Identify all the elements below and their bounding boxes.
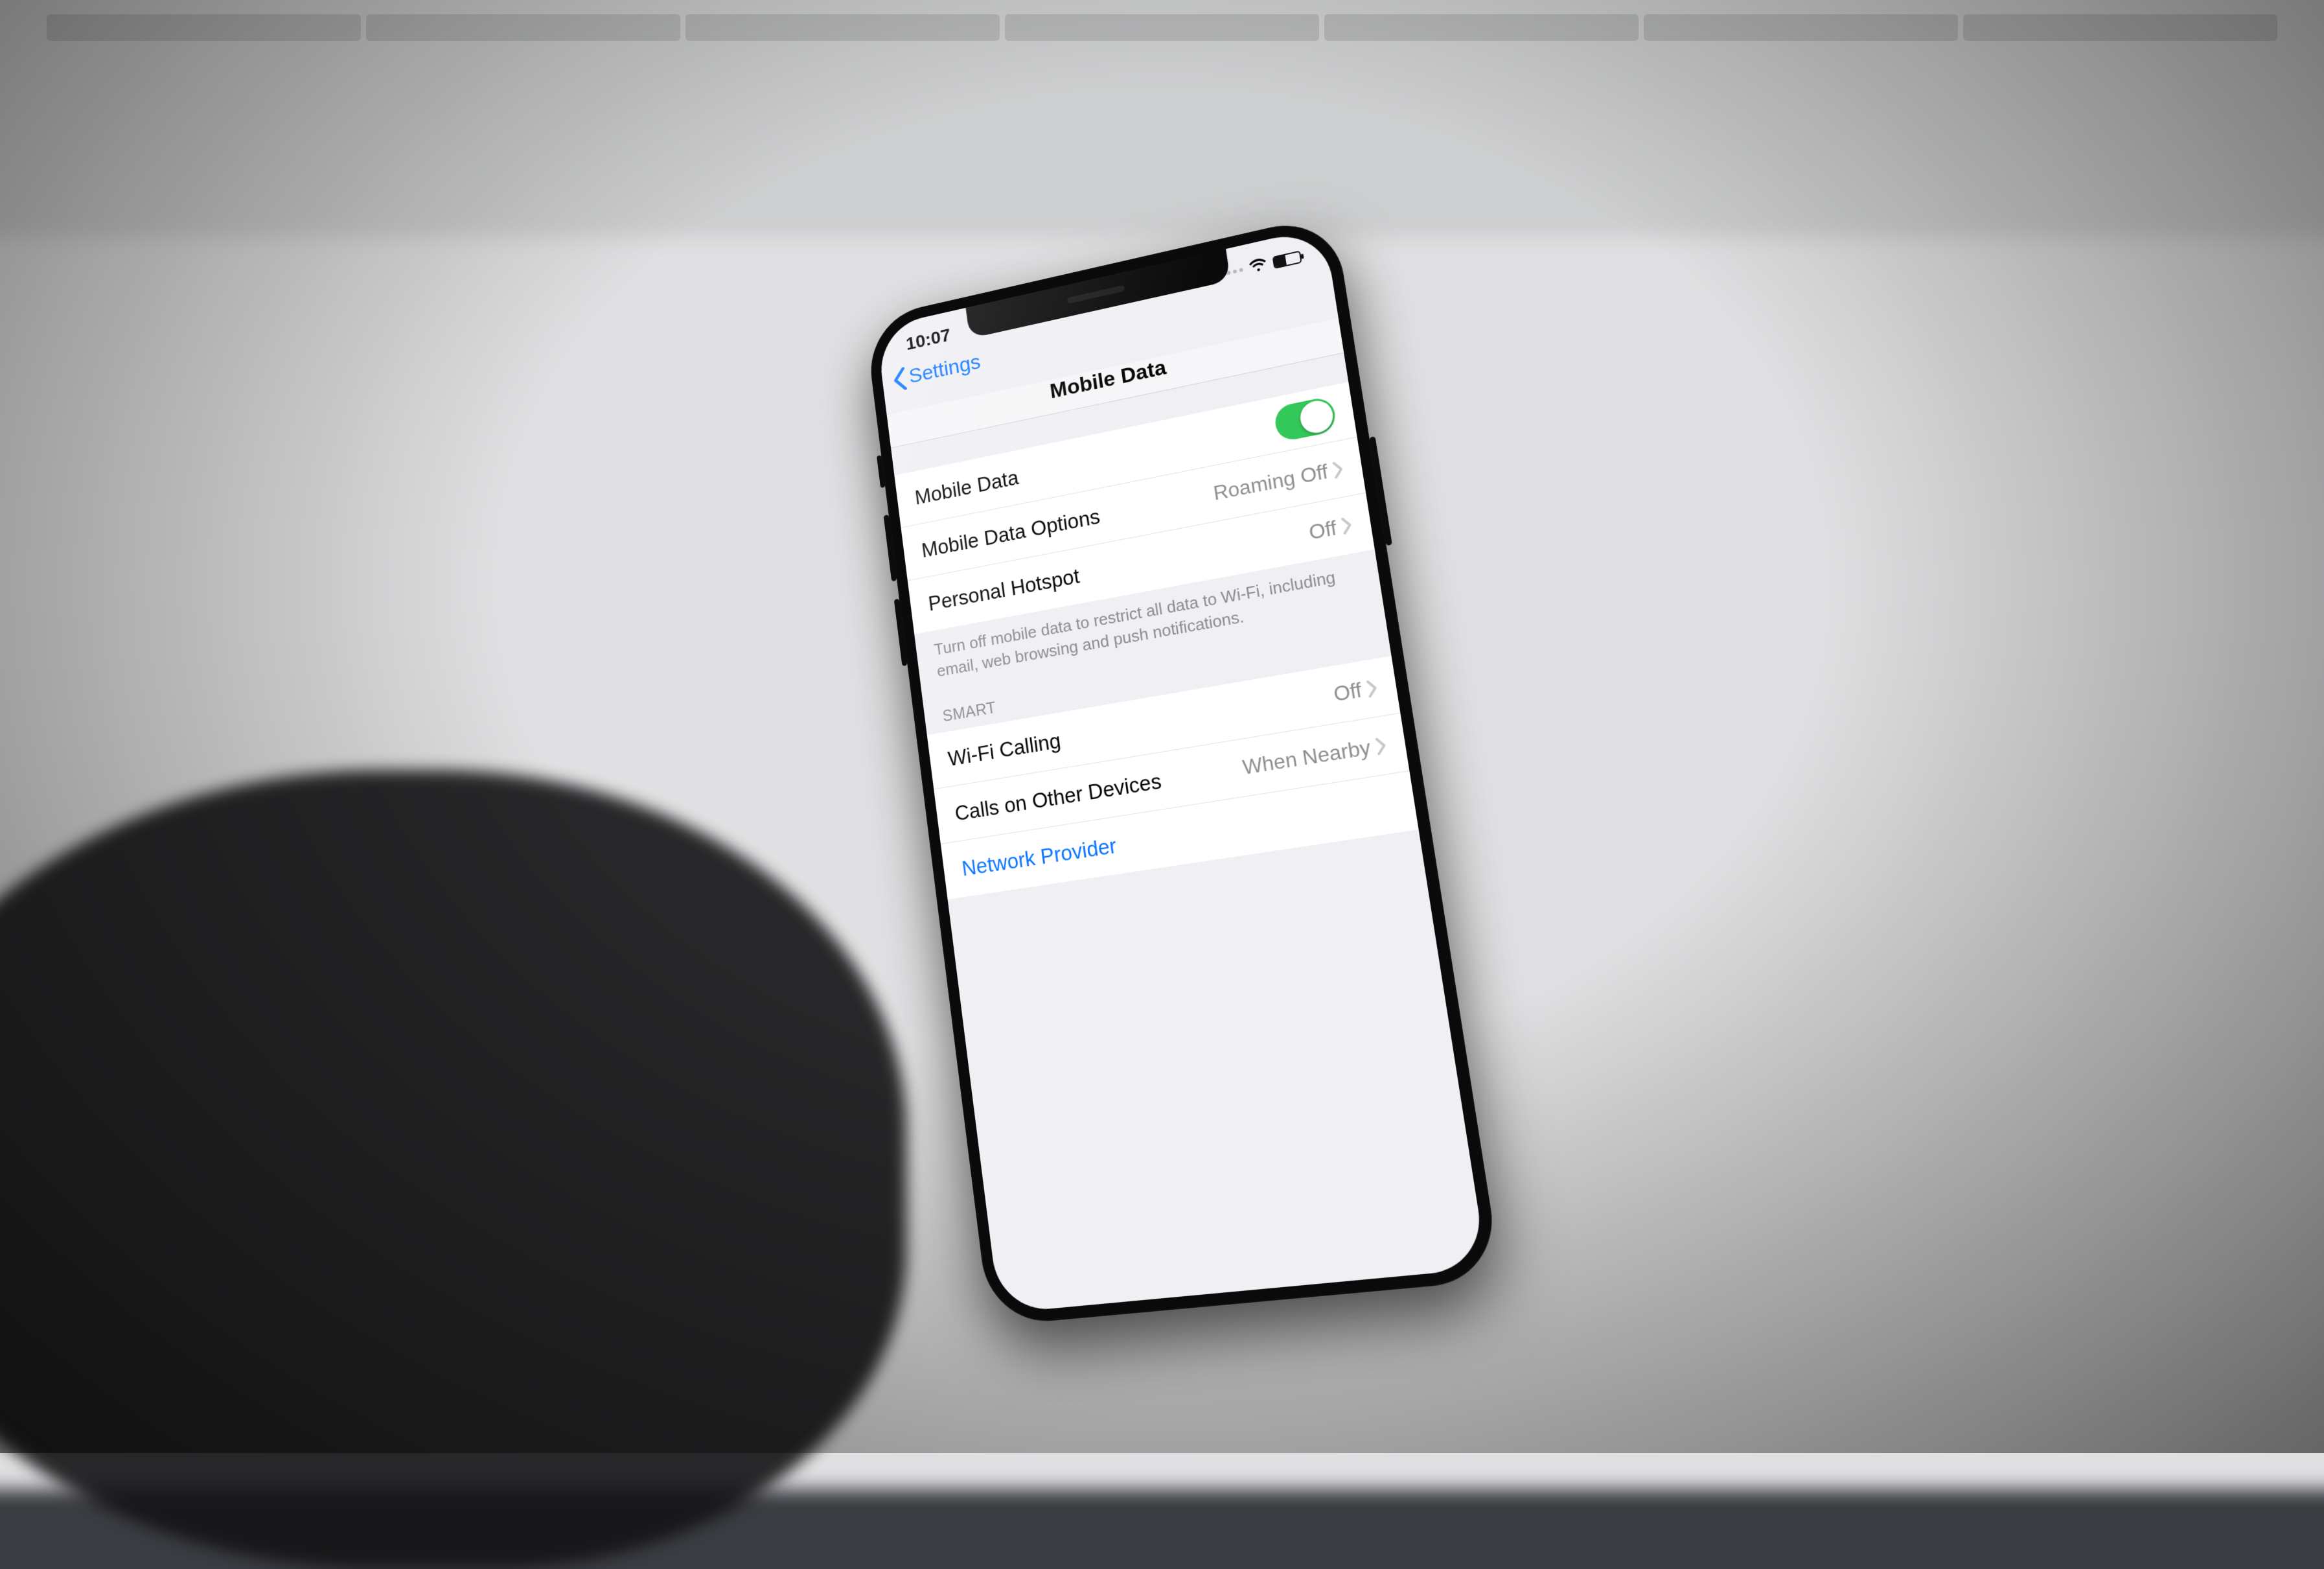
status-time: 10:07 xyxy=(897,325,952,356)
wifi-icon xyxy=(1247,254,1268,279)
battery-level xyxy=(1273,255,1286,268)
mobile-data-toggle[interactable] xyxy=(1272,395,1337,443)
mobile-data-options-value: Roaming Off xyxy=(1212,459,1329,505)
chevron-right-icon xyxy=(1331,460,1344,479)
battery-icon xyxy=(1272,251,1302,270)
chevron-right-icon xyxy=(1365,679,1378,698)
chevron-right-icon xyxy=(1340,517,1353,535)
hand-holding-phone xyxy=(0,770,906,1569)
background-browser-tabs xyxy=(47,14,2278,58)
chevron-right-icon xyxy=(1374,736,1387,755)
calls-other-devices-value: When Nearby xyxy=(1241,736,1372,780)
personal-hotspot-value: Off xyxy=(1307,516,1338,544)
toggle-knob xyxy=(1298,397,1335,435)
wifi-calling-value: Off xyxy=(1331,678,1363,706)
chevron-left-icon xyxy=(892,366,908,391)
